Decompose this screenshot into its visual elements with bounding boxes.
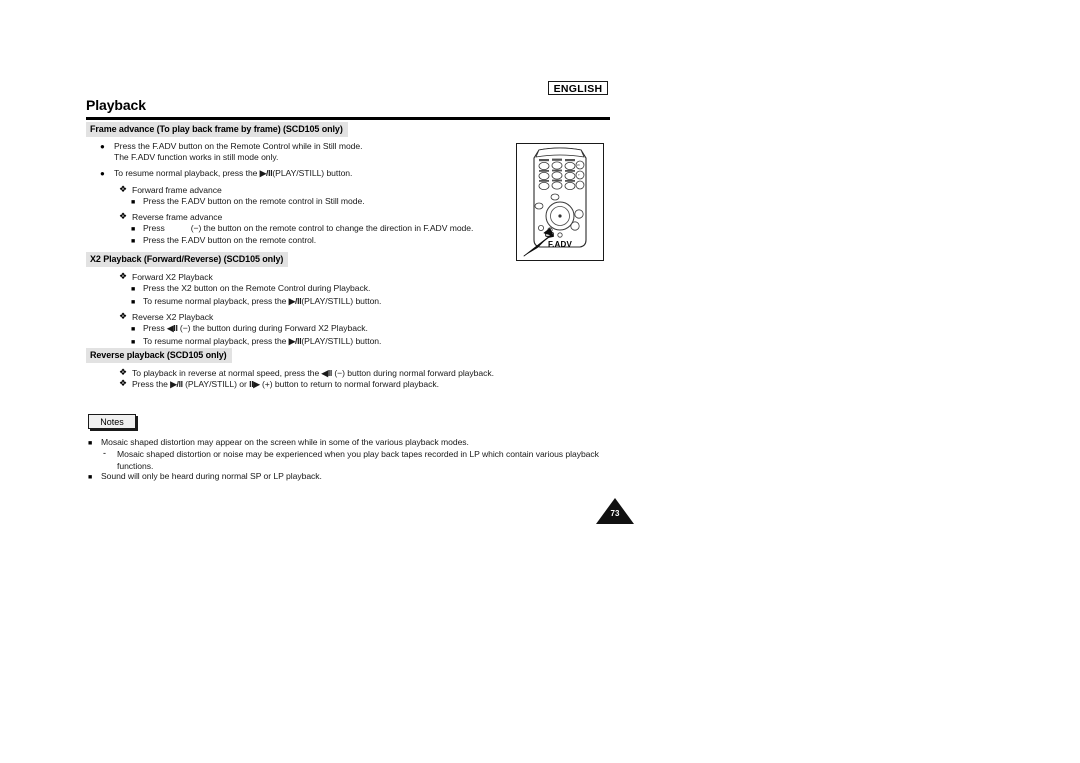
section-heading-reverse-playback: Reverse playback (SCD105 only) [86,348,232,363]
text-part: To resume normal playback, press the [143,336,289,346]
still-forward-glyph: II▶ [249,379,260,389]
text-part: (PLAY/STILL) button. [301,336,382,346]
text-part: (PLAY/STILL) or [182,379,250,389]
reverse-still-glyph: ◀II [167,323,178,333]
bullet-clover-icon: ❖ [119,211,128,221]
bullet-square-icon: ■ [131,326,136,333]
body-line: Press the F.ADV button on the Remote Con… [114,141,363,151]
text-part: (+) button to return to normal forward p… [259,379,439,389]
section-heading-x2-playback: X2 Playback (Forward/Reverse) (SCD105 on… [86,252,289,267]
play-still-glyph: ▶/II [170,379,183,389]
reverse-still-glyph: ◀II [321,368,333,378]
body-line: The F.ADV function works in still mode o… [114,152,279,162]
body-line: Press the X2 button on the Remote Contro… [143,283,371,293]
body-line: Press ◀II (−) the button during during F… [143,323,368,335]
body-line: Forward X2 Playback [132,272,213,282]
note-line: Sound will only be heard during normal S… [101,471,322,481]
play-still-glyph: ▶/II [288,336,302,346]
body-line: Press the F.ADV button on the remote con… [143,235,317,245]
text-part: (−) button during normal forward playbac… [332,368,494,378]
bullet-dash-icon: - [103,448,106,458]
body-line: To playback in reverse at normal speed, … [132,368,494,380]
text-part: To playback in reverse at normal speed, … [132,368,322,378]
bullet-circle-icon: ● [100,169,105,178]
notes-label: Notes [88,414,136,429]
figure-caption: F.ADV [547,240,573,249]
text-part: (PLAY/STILL) button. [272,168,353,178]
body-line: To resume normal playback, press the ▶/I… [143,296,381,308]
page-number: 73 [610,509,620,518]
manual-page: ENGLISH Playback Frame advance (To play … [0,0,1080,763]
body-line: To resume normal playback, press the ▶/I… [114,168,352,180]
svg-text:T: T [578,173,580,177]
note-line: Mosaic shaped distortion may appear on t… [101,437,469,447]
note-line: Mosaic shaped distortion or noise may be… [117,449,599,471]
language-tag: ENGLISH [548,81,608,95]
bullet-square-icon: ■ [131,286,136,293]
bullet-square-icon: ■ [131,199,136,206]
play-still-glyph: ▶/II [259,168,273,178]
text-part: (−) the button on the remote control to … [190,223,474,233]
bullet-square-icon: ■ [88,440,93,447]
bullet-square-icon: ■ [131,339,136,346]
bullet-clover-icon: ❖ [119,271,128,281]
bullet-clover-icon: ❖ [119,184,128,194]
text-part: To resume normal playback, press the [143,296,289,306]
text-part: To resume normal playback, press the [114,168,260,178]
body-line: To resume normal playback, press the ▶/I… [143,336,381,348]
bullet-clover-icon: ❖ [119,311,128,321]
text-part: (−) the button during during Forward X2 … [177,323,368,333]
bullet-square-icon: ■ [131,238,136,245]
bullet-circle-icon: ● [100,142,105,151]
bullet-square-icon: ■ [131,226,136,233]
text-part: Press [143,223,165,233]
body-line: Press the ▶/II (PLAY/STILL) or II▶ (+) b… [132,379,439,391]
body-line: Forward frame advance [132,185,222,195]
title-divider [86,117,610,120]
body-line: Press the F.ADV button on the remote con… [143,196,365,206]
play-still-glyph: ▶/II [288,296,302,306]
body-line: Reverse frame advance [132,212,223,222]
bullet-square-icon: ■ [88,474,93,481]
body-line: Reverse X2 Playback [132,312,214,322]
svg-text:W: W [577,163,580,167]
text-part: Press the [132,379,171,389]
text-part: (PLAY/STILL) button. [301,296,382,306]
section-heading-frame-advance: Frame advance (To play back frame by fra… [86,122,348,137]
bullet-square-icon: ■ [131,299,136,306]
page-number-badge: 73 [596,498,634,524]
page-title: Playback [86,97,146,113]
body-line: Press (−) the button on the remote contro… [143,223,473,235]
bullet-clover-icon: ❖ [119,367,128,377]
bullet-clover-icon: ❖ [119,378,128,388]
text-part: Press [143,323,168,333]
